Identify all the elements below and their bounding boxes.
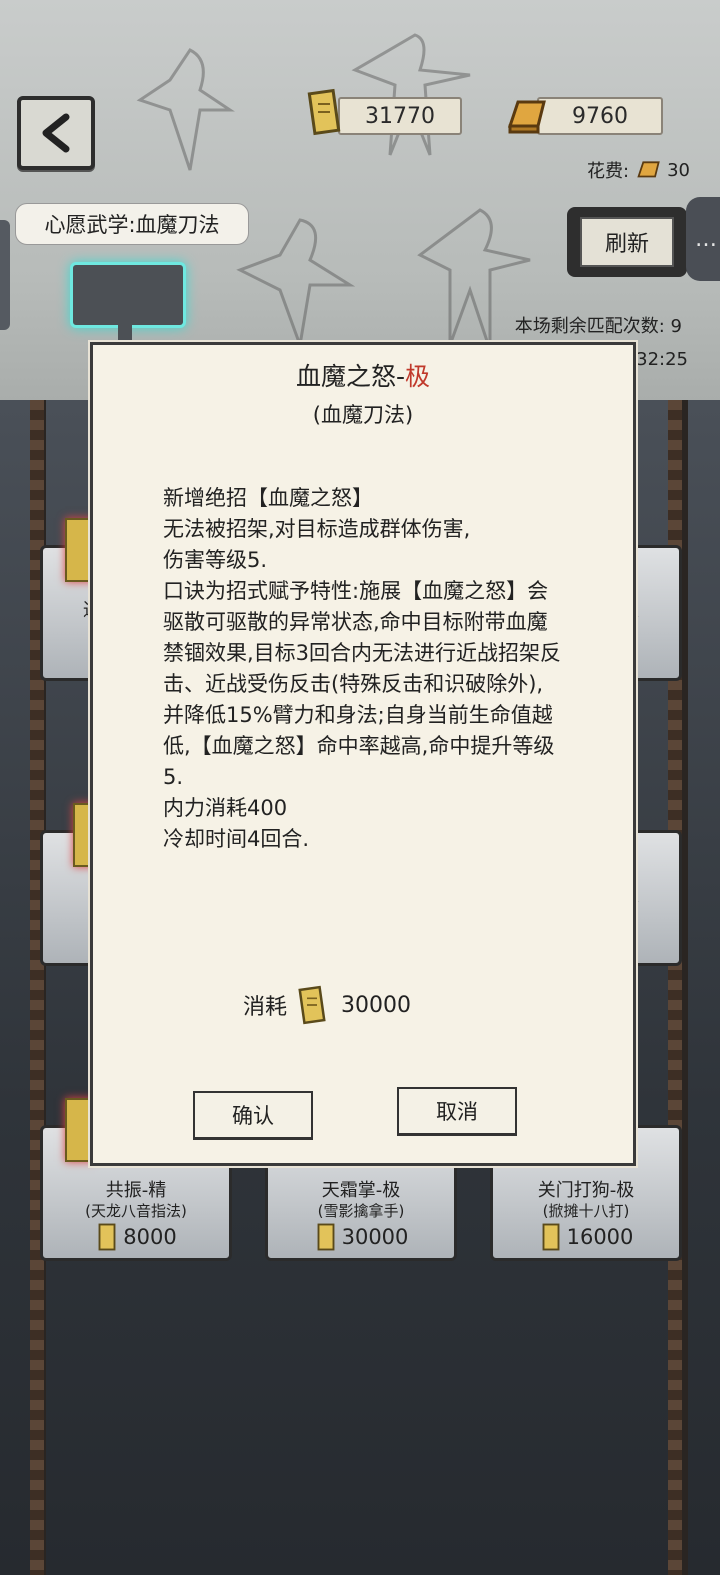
cost-label: 消耗 bbox=[243, 995, 288, 1020]
confirm-button[interactable]: 确认 bbox=[193, 1091, 313, 1140]
card-name: 关门打狗-极 bbox=[537, 1180, 635, 1201]
token-icon bbox=[298, 985, 326, 1025]
chevron-left-icon bbox=[42, 113, 70, 153]
desc-line: 口诀为招式赋予特性:施展【血魔之怒】会驱散可驱散的异常状态,命中目标附带血魔禁锢… bbox=[163, 579, 562, 789]
skill-grade: 极 bbox=[405, 362, 431, 391]
token-currency-value: 31770 bbox=[365, 103, 435, 129]
refresh-button[interactable]: 刷新 bbox=[567, 207, 687, 277]
background-scene bbox=[0, 0, 720, 400]
cost-value: 30 bbox=[667, 159, 690, 181]
card-subtitle: (雪影擒拿手) bbox=[317, 1202, 405, 1220]
gold-bar-icon bbox=[507, 100, 546, 134]
shelf-rail bbox=[682, 400, 688, 1575]
skill-name: 血魔之怒- bbox=[295, 362, 405, 391]
martial-artist-figure bbox=[236, 218, 356, 351]
desc-line: 冷却时间4回合. bbox=[163, 827, 310, 851]
token-currency-counter: 31770 bbox=[338, 97, 462, 135]
gold-currency-counter: 9760 bbox=[537, 97, 663, 135]
cancel-button[interactable]: 取消 bbox=[397, 1087, 517, 1136]
wish-martial-art-label[interactable]: 心愿武学:血魔刀法 bbox=[15, 203, 249, 245]
refresh-cost: 花费: 30 bbox=[587, 157, 690, 183]
cost-label: 花费: bbox=[587, 161, 630, 182]
card-price-value: 8000 bbox=[123, 1225, 177, 1249]
card-name: 天霜掌-极 bbox=[321, 1180, 401, 1201]
countdown-timer: 32:25 bbox=[636, 349, 688, 370]
cost-amount: 30000 bbox=[341, 992, 412, 1018]
card-price: 8000 bbox=[43, 1222, 229, 1252]
card-price-value: 30000 bbox=[341, 1225, 409, 1249]
token-icon bbox=[542, 1223, 560, 1251]
wish-label-text: 心愿武学:血魔刀法 bbox=[44, 213, 220, 237]
card-subtitle: (天龙八音指法) bbox=[85, 1202, 187, 1220]
card-price: 30000 bbox=[268, 1222, 454, 1252]
card-price: 16000 bbox=[493, 1222, 679, 1252]
token-icon bbox=[317, 1223, 335, 1251]
skill-description: 新增绝招【血魔之怒】 无法被招架,对目标造成群体伤害, 伤害等级5. 口诀为招式… bbox=[163, 483, 563, 855]
desc-line: 内力消耗400 bbox=[163, 796, 288, 820]
gold-currency-value: 9760 bbox=[572, 103, 628, 129]
gold-bar-icon bbox=[637, 161, 660, 178]
dialog-subtitle: (血魔刀法) bbox=[312, 403, 414, 427]
chat-bubble-icon[interactable]: … bbox=[686, 197, 720, 281]
desc-line: 无法被招架,对目标造成群体伤害, bbox=[163, 517, 471, 541]
confirm-label: 确认 bbox=[232, 1104, 274, 1128]
token-icon bbox=[307, 88, 341, 136]
back-button[interactable] bbox=[17, 96, 95, 170]
card-name: 共振-精 bbox=[105, 1180, 167, 1201]
signpost-icon[interactable] bbox=[70, 262, 186, 328]
desc-line: 伤害等级5. bbox=[163, 548, 268, 572]
refresh-label: 刷新 bbox=[604, 232, 649, 257]
card-price-value: 16000 bbox=[566, 1225, 634, 1249]
token-icon bbox=[98, 1223, 116, 1251]
purchase-cost: 消耗 30000 bbox=[243, 985, 411, 1025]
desc-line: 新增绝招【血魔之怒】 bbox=[163, 486, 373, 510]
dialog-title: 血魔之怒-极 bbox=[93, 357, 633, 393]
side-handle[interactable] bbox=[0, 220, 10, 330]
card-subtitle: (掀摊十八打) bbox=[542, 1202, 630, 1220]
match-count-text: 本场剩余匹配次数: 9 bbox=[514, 316, 682, 337]
skill-detail-dialog: 血魔之怒-极 (血魔刀法) 新增绝招【血魔之怒】 无法被招架,对目标造成群体伤害… bbox=[90, 342, 636, 1166]
martial-artist-figure bbox=[136, 48, 235, 171]
cancel-label: 取消 bbox=[436, 1100, 478, 1124]
